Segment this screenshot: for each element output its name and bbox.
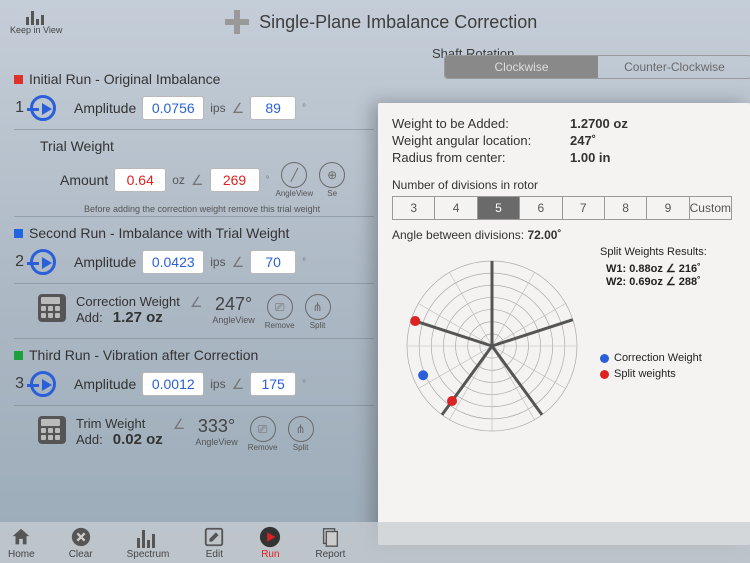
division-option[interactable]: 8: [605, 197, 647, 219]
remove-button[interactable]: ⎚Remove: [265, 294, 295, 330]
divider: [14, 338, 374, 339]
divisions-label: Number of divisions in rotor: [392, 178, 736, 192]
seg-clockwise[interactable]: Clockwise: [445, 56, 598, 78]
initial-angle-input[interactable]: [250, 96, 296, 120]
second-amplitude-input[interactable]: [142, 250, 204, 274]
angle-between-label: Angle between divisions:: [392, 228, 524, 242]
plus-icon: [225, 10, 249, 34]
legend-split: Split weights: [600, 368, 707, 380]
second-angle-input[interactable]: [250, 250, 296, 274]
correction-value: 1.27 oz: [113, 309, 163, 326]
third-amplitude-input[interactable]: [142, 372, 204, 396]
division-option[interactable]: 4: [435, 197, 477, 219]
spectrum-button[interactable]: Spectrum: [127, 526, 170, 560]
divider: [14, 216, 374, 217]
radius-label: Radius from center:: [392, 150, 562, 165]
home-button[interactable]: Home: [8, 526, 35, 560]
amplitude-label: Amplitude: [74, 100, 136, 116]
report-button[interactable]: Report: [315, 526, 345, 560]
results-overlay: Weight to be Added: 1.2700 oz Weight angu…: [378, 103, 750, 545]
remove-button[interactable]: ⎚Remove: [248, 416, 278, 452]
third-angle-input[interactable]: [250, 372, 296, 396]
seek-button[interactable]: ⊕ Se: [319, 162, 345, 198]
unit-ips: ips: [210, 101, 225, 115]
angle-icon: ╱: [281, 162, 307, 188]
weight-added-label: Weight to be Added:: [392, 116, 562, 131]
weight-added-value: 1.2700 oz: [570, 116, 628, 131]
bottom-toolbar: Home Clear Spectrum Edit Run Report: [0, 522, 750, 563]
divider: [14, 405, 374, 406]
divider: [14, 129, 374, 130]
square-red-icon: [14, 75, 23, 84]
run-button[interactable]: Run: [259, 526, 281, 560]
divider: [14, 283, 374, 284]
division-option[interactable]: 9: [647, 197, 689, 219]
edit-button[interactable]: Edit: [203, 526, 225, 560]
angular-loc-value: 247˚: [570, 133, 596, 148]
enter-run-icon[interactable]: [30, 249, 56, 275]
keep-in-view-button[interactable]: Keep in View: [10, 9, 62, 35]
division-option[interactable]: Custom: [690, 197, 731, 219]
page-title: Single-Plane Imbalance Correction: [62, 10, 700, 34]
trial-angle-input[interactable]: [210, 168, 260, 192]
add-label: Add:: [76, 310, 103, 325]
legend-correction: Correction Weight: [600, 352, 707, 364]
calculator-icon: [38, 294, 66, 322]
home-icon: [10, 526, 32, 548]
initial-amplitude-input[interactable]: [142, 96, 204, 120]
angle-symbol: ∠: [232, 100, 245, 117]
target-icon: ⊕: [319, 162, 345, 188]
split-w2: W2: 0.69oz ∠ 288˚: [600, 275, 707, 288]
division-option[interactable]: 7: [563, 197, 605, 219]
square-blue-icon: [14, 229, 23, 238]
angular-loc-label: Weight angular location:: [392, 133, 562, 148]
document-icon: [319, 526, 341, 548]
angleview-button[interactable]: 247° AngleView: [212, 294, 254, 325]
angleview-button[interactable]: ╱ AngleView: [276, 162, 314, 198]
trash-icon: ⎚: [250, 416, 276, 442]
keep-label: Keep in View: [10, 25, 62, 35]
polar-chart: [392, 246, 592, 446]
angle-between-value: 72.00˚: [527, 228, 561, 242]
bars-icon: [137, 526, 159, 548]
edit-icon: [203, 526, 225, 548]
run-number-3: 3: [14, 375, 24, 393]
square-green-icon: [14, 351, 23, 360]
enter-run-icon[interactable]: [30, 95, 56, 121]
unit-oz: oz: [172, 173, 185, 187]
trial-amount-input[interactable]: [114, 168, 166, 192]
clear-button[interactable]: Clear: [69, 526, 93, 560]
correction-weight-title: Correction Weight: [76, 294, 180, 309]
close-circle-icon: [70, 526, 92, 548]
degree-symbol: °: [302, 103, 306, 114]
split-results-title: Split Weights Results:: [600, 246, 707, 258]
split-button[interactable]: ⋔Split: [305, 294, 331, 330]
divisions-selector[interactable]: 3456789Custom: [392, 196, 732, 220]
bars-icon: [26, 9, 46, 25]
shaft-rotation-segmented[interactable]: Clockwise Counter-Clockwise: [444, 55, 750, 79]
run-number-2: 2: [14, 253, 24, 271]
split-button[interactable]: ⋔Split: [288, 416, 314, 452]
division-option[interactable]: 5: [478, 197, 520, 219]
division-option[interactable]: 3: [393, 197, 435, 219]
split-icon: ⋔: [288, 416, 314, 442]
trash-icon: ⎚: [267, 294, 293, 320]
run-number-1: 1: [14, 99, 24, 117]
split-icon: ⋔: [305, 294, 331, 320]
amount-label: Amount: [60, 172, 108, 188]
angleview-button[interactable]: 333° AngleView: [195, 416, 237, 447]
seg-counter-clockwise[interactable]: Counter-Clockwise: [598, 56, 750, 78]
enter-run-icon[interactable]: [30, 371, 56, 397]
division-option[interactable]: 6: [520, 197, 562, 219]
split-w1: W1: 0.88oz ∠ 216˚: [600, 262, 707, 275]
trim-value: 0.02 oz: [113, 431, 163, 448]
radius-value: 1.00 in: [570, 150, 610, 165]
calculator-icon: [38, 416, 66, 444]
trim-weight-title: Trim Weight: [76, 416, 163, 431]
angle-symbol: ∠: [191, 172, 204, 189]
play-circle-icon: [259, 526, 281, 548]
